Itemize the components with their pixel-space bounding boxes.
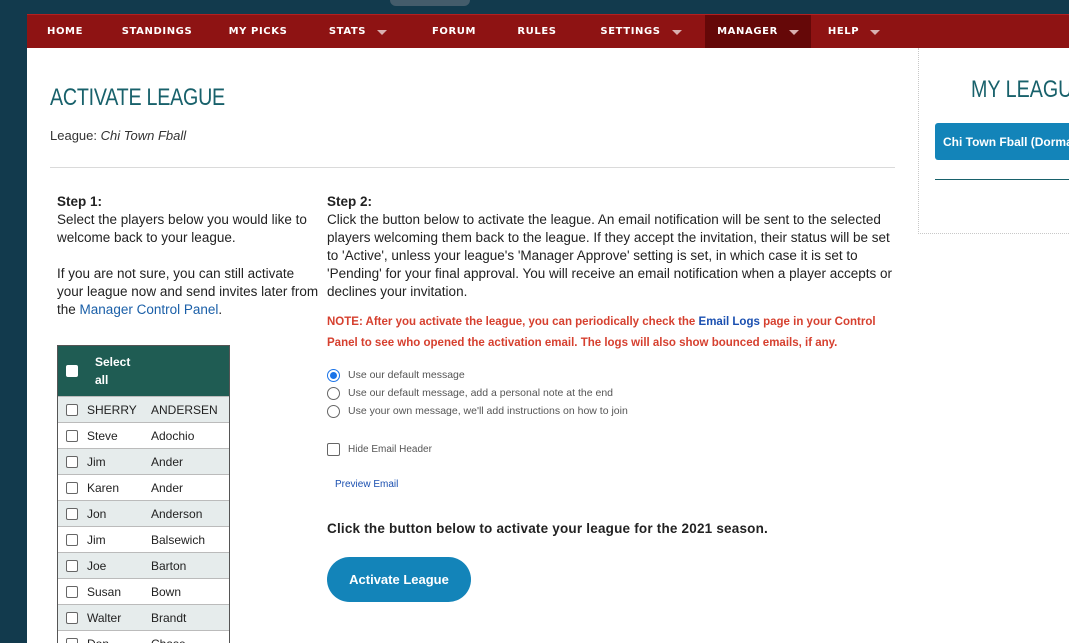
nav-my-picks[interactable]: MY PICKS [211, 15, 305, 48]
radio-button[interactable] [327, 368, 340, 382]
player-checkbox[interactable] [66, 559, 78, 572]
sidebar: MY LEAGUES Chi Town Fball (Dorma [918, 48, 1069, 234]
player-last-name: Balsewich [151, 532, 206, 547]
sidebar-title: MY LEAGUES [971, 76, 1069, 103]
player-checkbox[interactable] [66, 585, 78, 598]
player-checkbox[interactable] [66, 429, 78, 442]
sidebar-league-button[interactable]: Chi Town Fball (Dorma [935, 123, 1069, 160]
player-checkbox[interactable] [66, 481, 78, 494]
player-checkbox[interactable] [66, 403, 78, 416]
nav-home[interactable]: HOME [27, 15, 103, 48]
player-last-name: Brandt [151, 610, 187, 625]
step1-heading: Step 1: [57, 194, 103, 209]
chevron-down-icon [377, 30, 388, 35]
chevron-down-icon [788, 30, 799, 35]
player-first-name: Jim [87, 454, 106, 469]
manager-control-panel-link[interactable]: Manager Control Panel [80, 302, 219, 317]
nav-standings[interactable]: STANDINGS [103, 15, 211, 48]
activate-league-button[interactable]: Activate League [327, 557, 471, 602]
player-first-name: Joe [87, 558, 107, 573]
hide-header-checkbox[interactable] [327, 443, 340, 456]
site-logo [390, 0, 470, 6]
top-strip [0, 0, 1069, 14]
page-content: ACTIVATE LEAGUE League: Chi Town Fball S… [27, 48, 1069, 643]
message-options: Use our default message Use our default … [327, 366, 628, 420]
step2-heading: Step 2: [327, 194, 373, 209]
player-first-name: Jim [87, 532, 106, 547]
table-row[interactable]: Joe Barton [58, 552, 229, 578]
player-last-name: Anderson [151, 506, 203, 521]
league-line: League: Chi Town Fball [50, 128, 187, 143]
table-row[interactable]: Jim Balsewich [58, 526, 229, 552]
cta-text: Click the button below to activate your … [327, 521, 769, 536]
player-last-name: Bown [151, 584, 182, 599]
player-first-name: Walter [87, 610, 122, 625]
page-title: ACTIVATE LEAGUE [50, 84, 225, 111]
players-table: Select all SHERRY ANDERSEN Steve Adochio Jim… [57, 345, 230, 643]
player-checkbox[interactable] [66, 533, 78, 546]
hide-email-header[interactable]: Hide Email Header [327, 443, 432, 456]
table-row[interactable]: SHERRY ANDERSEN [58, 396, 229, 422]
step1-text: Select the players below you would like … [57, 212, 307, 245]
player-last-name: ANDERSEN [151, 402, 218, 417]
player-last-name: Barton [151, 558, 187, 573]
step2: Step 2: Click the button below to activa… [327, 193, 897, 301]
player-checkbox[interactable] [66, 507, 78, 520]
chevron-down-icon [671, 30, 682, 35]
sidebar-divider [935, 179, 1069, 180]
nav-help[interactable]: HELP [811, 15, 897, 48]
nav-stats[interactable]: STATS [305, 15, 411, 48]
table-row[interactable]: DonChase [58, 630, 229, 643]
main-nav: HOME STANDINGS MY PICKS STATS FORUM RULE… [27, 14, 1069, 48]
preview-email-link[interactable]: Preview Email [335, 479, 398, 490]
nav-rules[interactable]: RULES [497, 15, 577, 48]
select-all-label: Select all [95, 355, 131, 387]
nav-settings[interactable]: SETTINGS [577, 15, 705, 48]
player-last-name: Ander [151, 454, 184, 469]
player-checkbox[interactable] [66, 455, 78, 468]
note: NOTE: After you activate the league, you… [327, 316, 876, 349]
message-option[interactable]: Use our default message [327, 366, 628, 384]
players-header: Select all [58, 346, 229, 396]
player-last-name: Ander [151, 480, 184, 495]
select-all-checkbox[interactable] [66, 365, 78, 377]
table-row[interactable]: Jim Ander [58, 448, 229, 474]
player-first-name: Jon [87, 506, 107, 521]
chevron-down-icon [870, 30, 881, 35]
player-checkbox[interactable] [66, 611, 78, 624]
radio-button[interactable] [327, 386, 340, 400]
step2-text: Click the button below to activate the l… [327, 212, 892, 299]
email-logs-link[interactable]: Email Logs [699, 316, 760, 328]
message-option[interactable]: Use your own message, we'll add instruct… [327, 402, 628, 420]
player-first-name: SHERRY [87, 402, 137, 417]
nav-forum[interactable]: FORUM [411, 15, 497, 48]
player-first-name: Susan [87, 584, 122, 599]
player-first-name: Steve [87, 428, 118, 443]
radio-button[interactable] [327, 404, 340, 418]
table-row[interactable]: Susan Bown [58, 578, 229, 604]
step1: Step 1: Select the players below you wou… [57, 194, 319, 317]
message-option[interactable]: Use our default message, add a personal … [327, 384, 628, 402]
table-row[interactable]: Karen Ander [58, 474, 229, 500]
league-name: Chi Town Fball [100, 128, 187, 143]
table-row[interactable]: Jon Anderson [58, 500, 229, 526]
player-last-name: Adochio [151, 428, 195, 443]
player-first-name: Karen [87, 480, 120, 495]
table-row[interactable]: Steve Adochio [58, 422, 229, 448]
nav-manager[interactable]: MANAGER [705, 15, 811, 48]
player-checkbox[interactable] [66, 637, 78, 643]
player-last-name: Chase [151, 637, 186, 643]
player-first-name: Don [87, 637, 151, 643]
divider [50, 167, 895, 168]
table-row[interactable]: Walter Brandt [58, 604, 229, 630]
